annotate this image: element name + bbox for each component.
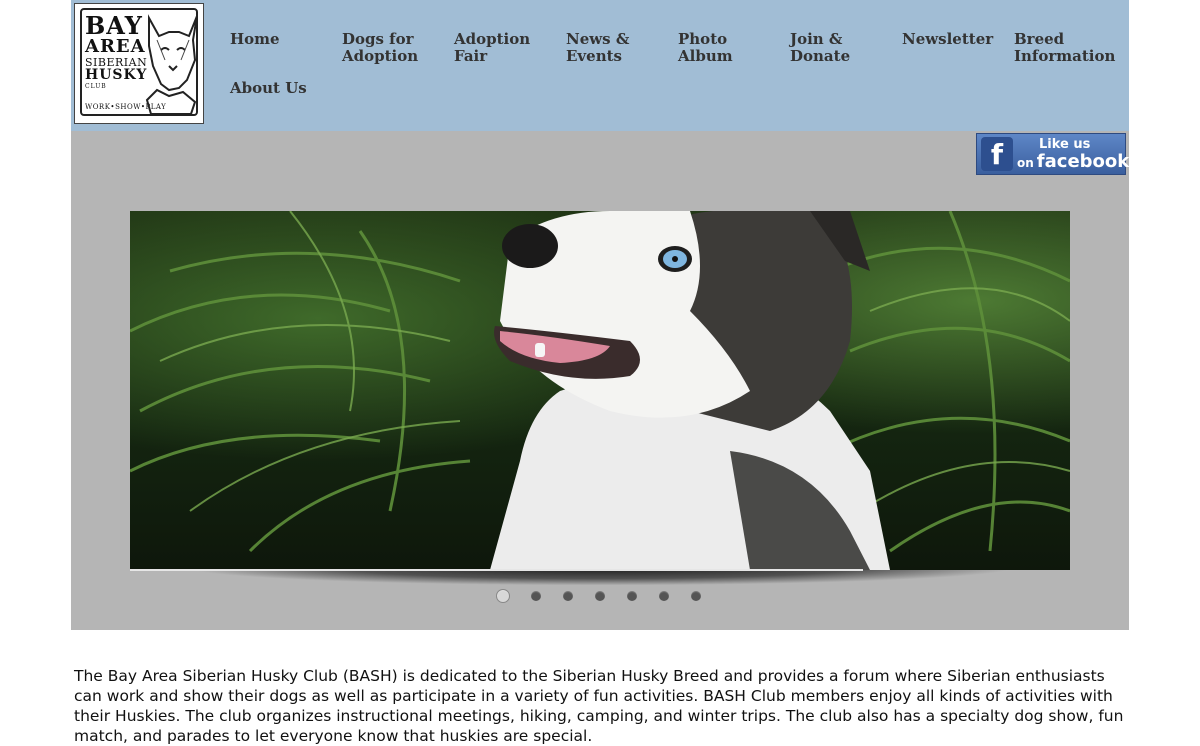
slideshow-image[interactable] <box>130 211 1070 570</box>
logo-line-4: HUSKY <box>85 67 148 83</box>
facebook-f-icon: f <box>981 137 1013 171</box>
facebook-brand-text: on facebook <box>1017 151 1129 172</box>
site-logo[interactable]: BAY AREA SIBERIAN HUSKY CLUB WORK•SHOW•P… <box>74 3 204 124</box>
site-header: BAY AREA SIBERIAN HUSKY CLUB WORK•SHOW•P… <box>71 0 1129 131</box>
nav-item-breed-information[interactable]: Breed Information <box>1014 31 1134 65</box>
slide-dot-3[interactable] <box>563 591 573 601</box>
nav-item-newsletter[interactable]: Newsletter <box>902 31 1002 48</box>
logo-line-1: BAY <box>85 11 143 40</box>
slide-dot-1[interactable] <box>496 589 510 603</box>
slide-dot-6[interactable] <box>659 591 669 601</box>
facebook-like-button[interactable]: f Like us on facebook <box>976 133 1129 175</box>
page: BAY AREA SIBERIAN HUSKY CLUB WORK•SHOW•P… <box>71 0 1129 630</box>
nav-item-adoption-fair[interactable]: Adoption Fair <box>454 31 554 65</box>
club-intro-paragraph: The Bay Area Siberian Husky Club (BASH) … <box>74 666 1124 745</box>
slideshow-progress-bar <box>130 569 864 571</box>
nav-item-dogs-for-adoption[interactable]: Dogs for Adoption <box>342 31 442 65</box>
slide-dot-2[interactable] <box>531 591 541 601</box>
logo-line-2: AREA <box>85 36 146 57</box>
facebook-like-text: Like us <box>1039 137 1091 152</box>
nav-item-join-donate[interactable]: Join & Donate <box>790 31 890 65</box>
facebook-on-text: on <box>1017 156 1034 170</box>
slide-dot-4[interactable] <box>595 591 605 601</box>
slide-dot-7[interactable] <box>691 591 701 601</box>
logo-line-5: CLUB <box>85 83 107 90</box>
nav-item-home[interactable]: Home <box>230 31 330 48</box>
banner-area: f Like us on facebook <box>71 131 1129 630</box>
nav-item-news-events[interactable]: News & Events <box>566 31 666 65</box>
husky-drawing-icon <box>145 14 198 115</box>
slide-dot-5[interactable] <box>627 591 637 601</box>
nav-item-about-us[interactable]: About Us <box>230 80 330 97</box>
facebook-word: facebook <box>1036 151 1130 172</box>
nav-item-photo-album[interactable]: Photo Album <box>678 31 778 65</box>
husky-photo <box>130 211 1070 570</box>
